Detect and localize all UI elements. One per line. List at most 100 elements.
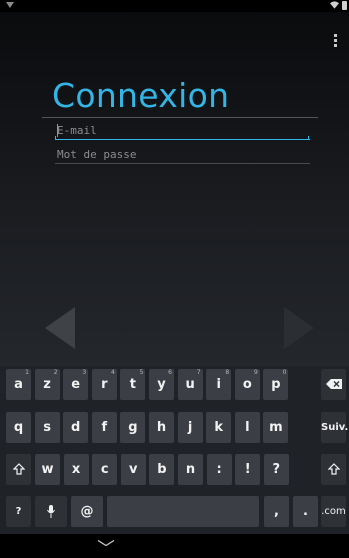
key-label: w bbox=[41, 462, 54, 477]
symbols-key[interactable]: ?123 bbox=[6, 496, 31, 548]
key-label: j bbox=[187, 420, 193, 435]
key-w[interactable]: w bbox=[35, 454, 60, 485]
title-divider bbox=[42, 117, 318, 118]
space-key[interactable] bbox=[107, 496, 259, 527]
key-label: p bbox=[271, 377, 281, 392]
key-r[interactable]: r4 bbox=[91, 369, 117, 400]
key-label: ! bbox=[244, 462, 251, 477]
key-label: i bbox=[216, 377, 221, 392]
key-label: e bbox=[71, 377, 81, 392]
key-label: v bbox=[129, 462, 138, 477]
text-cursor bbox=[57, 124, 58, 137]
key-label: o bbox=[242, 377, 252, 392]
key-n[interactable]: n bbox=[178, 454, 203, 485]
key-hint: 9 bbox=[253, 369, 258, 376]
wifi-icon bbox=[330, 1, 339, 9]
key-m[interactable]: m bbox=[263, 412, 289, 443]
chevron-down-icon[interactable] bbox=[97, 540, 115, 546]
key-hint: 3 bbox=[82, 369, 87, 376]
key-hint: 6 bbox=[168, 369, 172, 376]
at-key[interactable]: @ bbox=[71, 496, 103, 527]
key-label: ? bbox=[272, 462, 281, 477]
key-k[interactable]: k bbox=[206, 412, 232, 443]
key-v[interactable]: v bbox=[120, 454, 146, 485]
arrow-right-icon[interactable] bbox=[284, 307, 314, 349]
key-label: d bbox=[71, 420, 81, 435]
key-hint: 2 bbox=[53, 369, 58, 376]
key-z[interactable]: z2 bbox=[34, 369, 60, 400]
navigation-bar bbox=[0, 534, 349, 556]
key-j[interactable]: j bbox=[177, 412, 203, 443]
password-field[interactable] bbox=[55, 145, 310, 164]
shift-key-right[interactable] bbox=[321, 454, 346, 485]
key-o[interactable]: o9 bbox=[234, 369, 260, 400]
shift-icon bbox=[327, 463, 340, 475]
key-hint: 1 bbox=[25, 369, 29, 376]
key-x[interactable]: x bbox=[63, 454, 89, 485]
microphone-icon bbox=[47, 505, 55, 518]
arrow-left-icon[interactable] bbox=[45, 307, 75, 349]
key-p[interactable]: p0 bbox=[263, 369, 289, 400]
mic-key[interactable] bbox=[35, 496, 67, 527]
key-label: x bbox=[71, 462, 81, 477]
key-label: h bbox=[156, 420, 167, 435]
dotcom-key[interactable]: .com bbox=[321, 496, 346, 527]
shift-key-left[interactable] bbox=[6, 454, 31, 485]
backspace-key[interactable] bbox=[321, 369, 346, 400]
comma-key[interactable]: , bbox=[264, 496, 289, 527]
key-label: m bbox=[269, 420, 283, 435]
key-q[interactable]: q bbox=[6, 412, 31, 443]
key-t[interactable]: t5 bbox=[120, 369, 146, 400]
key-label: a bbox=[14, 377, 23, 392]
key-label: r bbox=[101, 377, 108, 392]
key-e[interactable]: e3 bbox=[63, 369, 89, 400]
key-f[interactable]: f bbox=[91, 412, 117, 443]
key-label: s bbox=[43, 420, 51, 435]
key-label: g bbox=[128, 420, 138, 435]
overflow-menu-icon[interactable] bbox=[334, 34, 337, 49]
key-l[interactable]: l bbox=[234, 412, 260, 443]
key-exclamation[interactable]: ! bbox=[235, 454, 261, 485]
email-field[interactable] bbox=[55, 121, 310, 140]
key-hint: 5 bbox=[139, 369, 144, 376]
key-label: k bbox=[214, 420, 224, 435]
key-label: q bbox=[13, 420, 24, 435]
next-key[interactable]: Suiv. bbox=[321, 412, 348, 443]
key-label: f bbox=[101, 420, 108, 435]
key-label: : bbox=[216, 462, 222, 477]
key-b[interactable]: b bbox=[149, 454, 175, 485]
key-label: b bbox=[157, 462, 167, 477]
status-bar bbox=[0, 0, 349, 12]
key-label: t bbox=[129, 377, 136, 392]
shift-icon bbox=[12, 463, 25, 475]
key-g[interactable]: g bbox=[120, 412, 146, 443]
page-title: Connexion bbox=[52, 76, 230, 115]
period-key[interactable]: . bbox=[293, 496, 318, 527]
key-label: l bbox=[245, 420, 250, 435]
key-label: z bbox=[43, 377, 51, 392]
key-s[interactable]: s bbox=[34, 412, 60, 443]
key-label: c bbox=[100, 462, 109, 477]
key-hint: 0 bbox=[282, 369, 287, 376]
email-field-edge-right bbox=[308, 136, 309, 140]
battery-icon bbox=[342, 1, 347, 10]
key-label: u bbox=[185, 377, 195, 392]
key-hint: 4 bbox=[110, 369, 115, 376]
key-question[interactable]: ? bbox=[263, 454, 289, 485]
notification-icon bbox=[6, 2, 14, 8]
soft-keyboard: a1z2e3r4t5y6u7i8o9p0 qsdfghjklm Suiv. wx… bbox=[0, 366, 349, 548]
key-u[interactable]: u7 bbox=[177, 369, 203, 400]
key-c[interactable]: c bbox=[92, 454, 118, 485]
key-hint: 7 bbox=[196, 369, 201, 376]
key-d[interactable]: d bbox=[63, 412, 89, 443]
key-colon[interactable]: : bbox=[206, 454, 232, 485]
key-label: n bbox=[185, 462, 196, 477]
key-label: y bbox=[157, 377, 166, 392]
key-hint: 8 bbox=[225, 369, 230, 376]
key-h[interactable]: h bbox=[149, 412, 174, 443]
email-field-edge-left bbox=[55, 136, 56, 140]
backspace-icon bbox=[325, 379, 342, 389]
key-y[interactable]: y6 bbox=[149, 369, 174, 400]
key-i[interactable]: i8 bbox=[206, 369, 232, 400]
key-a[interactable]: a1 bbox=[6, 369, 31, 400]
